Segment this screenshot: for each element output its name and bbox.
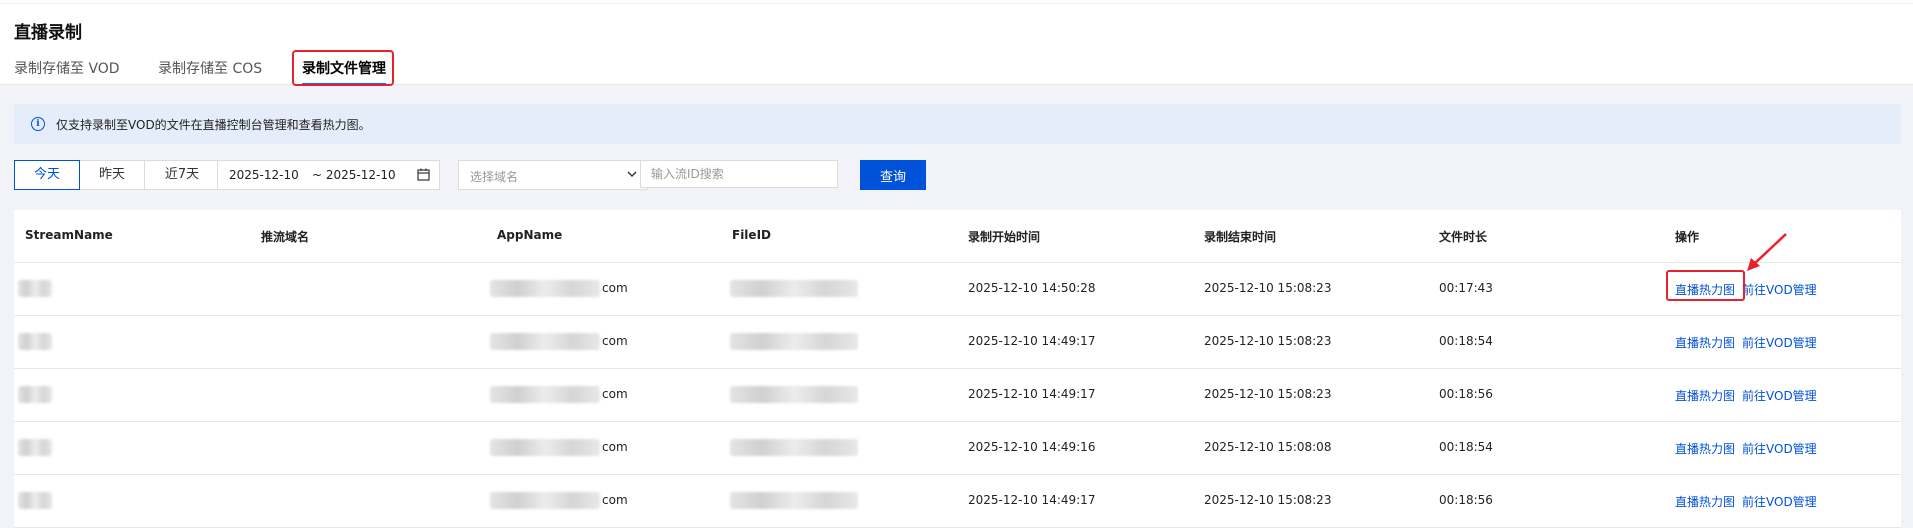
page-title: 直播录制: [14, 23, 82, 43]
record-start-time: 2025-12-10 14:49:17: [968, 334, 1096, 348]
app-name-suffix: com: [602, 493, 628, 507]
app-name-suffix: com: [602, 281, 628, 295]
query-button[interactable]: 查询: [860, 160, 926, 190]
domain-select-placeholder: 选择域名: [470, 170, 519, 184]
record-start-time: 2025-12-10 14:49:16: [968, 440, 1096, 454]
column-header-record-start: 录制开始时间: [968, 230, 1041, 244]
redacted-file-id: [730, 280, 858, 297]
range-today-button[interactable]: 今天: [14, 160, 80, 190]
vod-manage-link[interactable]: 前往VOD管理: [1742, 440, 1817, 457]
recording-file-table: StreamName 推流域名 AppName FileID 录制开始时间 录制…: [14, 210, 1901, 528]
table-row: com 2025-12-10 14:49:17 2025-12-10 15:08…: [14, 475, 1901, 528]
redacted-file-id: [730, 492, 858, 509]
file-duration: 00:18:56: [1439, 387, 1493, 401]
date-range-picker[interactable]: 2025-12-10 ~ 2025-12-10: [217, 160, 440, 190]
record-end-time: 2025-12-10 15:08:23: [1204, 493, 1332, 507]
file-duration: 00:18:54: [1439, 334, 1493, 348]
column-header-record-end: 录制结束时间: [1204, 230, 1277, 244]
heatmap-link[interactable]: 直播热力图: [1675, 493, 1735, 510]
redacted-app-name: [490, 280, 600, 297]
heatmap-link[interactable]: 直播热力图: [1675, 440, 1735, 457]
redacted-app-name: [490, 492, 600, 509]
heatmap-link[interactable]: 直播热力图: [1675, 281, 1735, 298]
app-name-suffix: com: [602, 387, 628, 401]
stream-id-search-input[interactable]: [640, 160, 838, 188]
record-end-time: 2025-12-10 15:08:23: [1204, 387, 1332, 401]
record-start-time: 2025-12-10 14:49:17: [968, 387, 1096, 401]
vod-manage-link[interactable]: 前往VOD管理: [1742, 334, 1817, 351]
top-divider: [0, 3, 1913, 4]
tab-record-cos[interactable]: 录制存储至 COS: [158, 54, 262, 84]
app-name-suffix: com: [602, 440, 628, 454]
redacted-app-name: [490, 333, 600, 350]
tab-record-vod[interactable]: 录制存储至 VOD: [14, 54, 120, 84]
column-header-appname: AppName: [497, 228, 563, 242]
column-header-push-domain: 推流域名: [261, 230, 310, 244]
page-header: 直播录制 录制存储至 VOD 录制存储至 COS 录制文件管理: [0, 0, 1913, 86]
redacted-stream-name: [18, 386, 52, 403]
notice-banner: i 仅支持录制至VOD的文件在直播控制台管理和查看热力图。: [14, 104, 1901, 144]
calendar-icon[interactable]: [417, 168, 430, 181]
redacted-app-name: [490, 439, 600, 456]
table-row: com 2025-12-10 14:49:17 2025-12-10 15:08…: [14, 316, 1901, 369]
file-duration: 00:18:54: [1439, 440, 1493, 454]
redacted-file-id: [730, 386, 858, 403]
redacted-stream-name: [18, 439, 52, 456]
record-end-time: 2025-12-10 15:08:23: [1204, 281, 1332, 295]
record-start-time: 2025-12-10 14:50:28: [968, 281, 1096, 295]
column-header-actions: 操作: [1675, 230, 1700, 244]
column-header-fileid: FileID: [732, 228, 771, 242]
record-start-time: 2025-12-10 14:49:17: [968, 493, 1096, 507]
column-header-duration: 文件时长: [1439, 230, 1488, 244]
date-range-buttons: 今天 昨天 近7天: [14, 160, 220, 190]
redacted-file-id: [730, 333, 858, 350]
range-yesterday-button[interactable]: 昨天: [79, 160, 145, 190]
table-row: com 2025-12-10 14:49:16 2025-12-10 15:08…: [14, 422, 1901, 475]
table-header: StreamName 推流域名 AppName FileID 录制开始时间 录制…: [14, 210, 1901, 263]
start-date: 2025-12-10: [229, 168, 299, 182]
redacted-stream-name: [18, 280, 52, 297]
range-7days-button[interactable]: 近7天: [144, 160, 220, 190]
notice-text: 仅支持录制至VOD的文件在直播控制台管理和查看热力图。: [56, 117, 371, 132]
vod-manage-link[interactable]: 前往VOD管理: [1742, 281, 1817, 298]
heatmap-link[interactable]: 直播热力图: [1675, 334, 1735, 351]
vod-manage-link[interactable]: 前往VOD管理: [1742, 387, 1817, 404]
tab-file-management[interactable]: 录制文件管理: [302, 54, 386, 85]
column-header-streamname: StreamName: [25, 228, 113, 242]
file-duration: 00:18:56: [1439, 493, 1493, 507]
redacted-file-id: [730, 439, 858, 456]
redacted-stream-name: [18, 492, 52, 509]
end-date: ~ 2025-12-10: [312, 168, 396, 182]
table-row: com 2025-12-10 14:49:17 2025-12-10 15:08…: [14, 369, 1901, 422]
chevron-down-icon: [627, 171, 637, 177]
table-row: com 2025-12-10 14:50:28 2025-12-10 15:08…: [14, 263, 1901, 316]
heatmap-link[interactable]: 直播热力图: [1675, 387, 1735, 404]
domain-select[interactable]: 选择域名: [458, 160, 648, 190]
app-name-suffix: com: [602, 334, 628, 348]
info-icon: i: [31, 117, 45, 131]
file-duration: 00:17:43: [1439, 281, 1493, 295]
record-end-time: 2025-12-10 15:08:08: [1204, 440, 1332, 454]
record-end-time: 2025-12-10 15:08:23: [1204, 334, 1332, 348]
redacted-app-name: [490, 386, 600, 403]
vod-manage-link[interactable]: 前往VOD管理: [1742, 493, 1817, 510]
redacted-stream-name: [18, 333, 52, 350]
